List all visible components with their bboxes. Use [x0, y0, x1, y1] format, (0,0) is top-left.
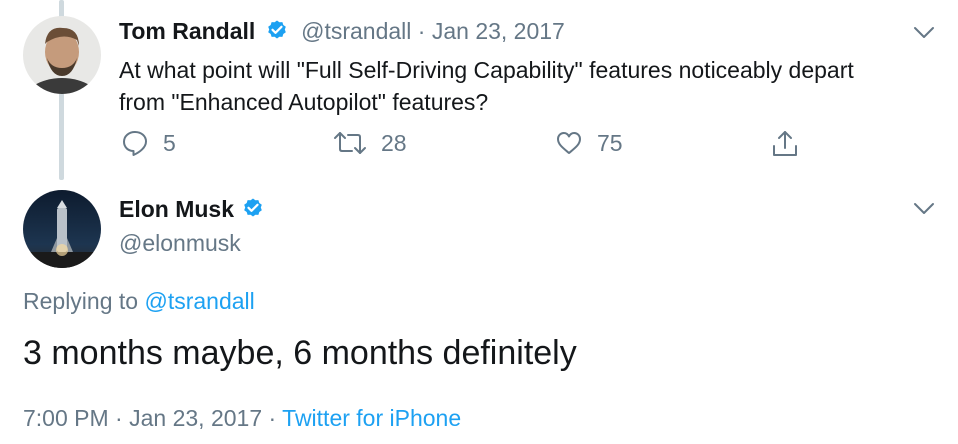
replying-to: Replying to @tsrandall [23, 288, 255, 315]
main-tweet-text: 3 months maybe, 6 months definitely [23, 334, 577, 372]
share-button[interactable] [771, 129, 799, 159]
retweet-count: 28 [381, 129, 407, 156]
separator-dot: · [268, 405, 277, 431]
tweet-header: Tom Randall @tsrandall · Jan 23, 2017 [119, 18, 565, 45]
tweet-text-line: At what point will "Full Self-Driving Ca… [119, 57, 854, 83]
separator-dot: · [417, 18, 426, 44]
verified-badge-icon [244, 198, 263, 217]
reply-icon [123, 131, 147, 156]
author-handle[interactable]: @elonmusk [119, 230, 241, 257]
avatar-tom-randall[interactable] [23, 16, 101, 94]
replying-to-label: Replying to [23, 288, 139, 314]
reply-count: 5 [163, 129, 176, 156]
avatar-elon-musk-image [23, 190, 101, 268]
retweet-button[interactable]: 28 [333, 129, 407, 157]
chevron-down-icon[interactable] [913, 202, 935, 216]
tweet-source-link[interactable]: Twitter for iPhone [282, 405, 461, 431]
avatar-elon-musk[interactable] [23, 190, 101, 268]
author-handle[interactable]: @tsrandall [301, 18, 411, 44]
like-count: 75 [597, 129, 623, 156]
tweet-metadata: 7:00 PM · Jan 23, 2017 · Twitter for iPh… [23, 405, 461, 432]
main-tweet-author: Elon Musk [119, 196, 265, 223]
separator-dot: · [115, 405, 123, 431]
tweet-text-line: from "Enhanced Autopilot" features? [119, 89, 489, 115]
tweet-time[interactable]: 7:00 PM [23, 405, 109, 431]
verified-badge-icon [267, 20, 286, 39]
reply-button[interactable]: 5 [121, 129, 176, 157]
tweet-text: At what point will "Full Self-Driving Ca… [119, 54, 854, 118]
share-icon [773, 131, 797, 156]
tweet-date[interactable]: Jan 23, 2017 [129, 405, 262, 431]
tweet-date[interactable]: Jan 23, 2017 [432, 18, 565, 44]
like-button[interactable]: 75 [555, 129, 623, 157]
author-name[interactable]: Tom Randall [119, 18, 255, 44]
retweet-icon [334, 132, 366, 154]
avatar-tom-randall-image [23, 16, 101, 94]
chevron-down-icon[interactable] [913, 26, 935, 40]
author-name[interactable]: Elon Musk [119, 196, 234, 222]
replying-to-handle-link[interactable]: @tsrandall [144, 288, 254, 314]
heart-icon [557, 132, 581, 154]
